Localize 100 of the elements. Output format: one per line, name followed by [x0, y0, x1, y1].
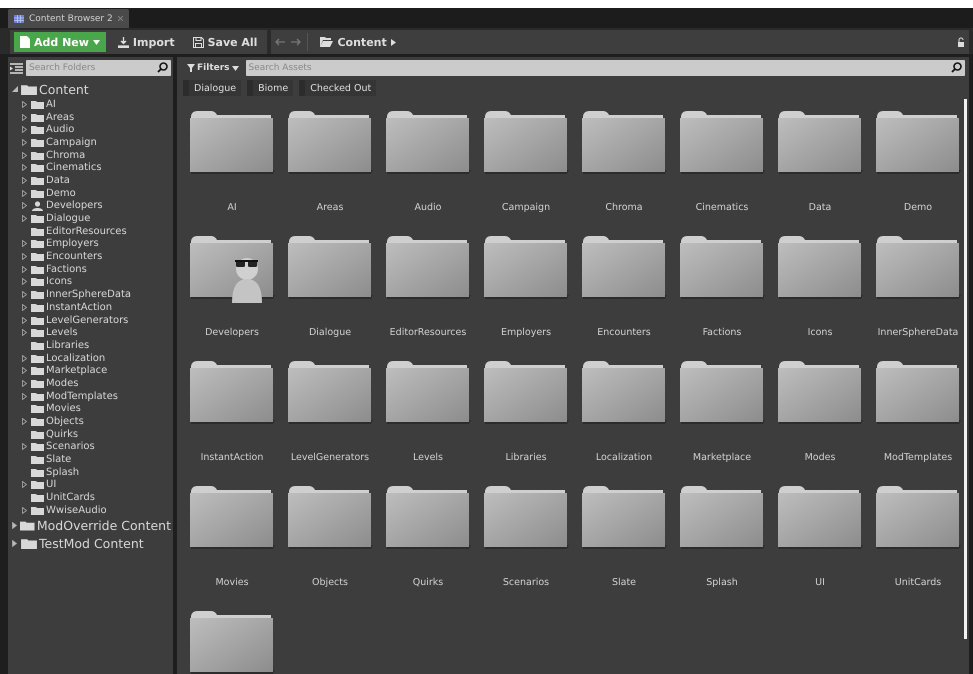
folder-tree-item[interactable]: Encounters [10, 250, 171, 263]
folder-name: Splash [706, 577, 738, 588]
folder-tree-item[interactable]: Content [10, 80, 171, 98]
folder-name: Factions [702, 327, 742, 338]
folder-tree-item[interactable]: Icons [10, 276, 171, 288]
folder-name: Audio [414, 202, 442, 213]
folder-tree-item[interactable]: ModOverride Content [10, 516, 171, 535]
folder-tree-item[interactable]: Factions [10, 262, 171, 276]
folder-name: Encounters [597, 327, 651, 338]
search-assets-field[interactable]: Search Assets [246, 60, 965, 76]
back-arrow-icon[interactable] [275, 38, 286, 46]
folder-icon [31, 480, 44, 490]
folder-icon [31, 404, 44, 414]
close-icon[interactable] [118, 16, 123, 21]
expand-arrow-icon[interactable] [22, 481, 27, 488]
collapse-arrow-icon[interactable] [12, 86, 18, 92]
folder-tree-item[interactable]: Levels [10, 326, 171, 340]
folder-icon [31, 328, 44, 338]
folder-icon [31, 100, 44, 109]
lock-icon[interactable] [957, 36, 965, 48]
folder-tree-item[interactable]: UnitCards [10, 491, 171, 504]
folder-tree-item[interactable]: Audio [10, 123, 171, 136]
folder-tree-item[interactable]: Quirks [10, 428, 171, 441]
folder-name: Quirks [412, 577, 444, 588]
folder-tree-item[interactable]: UI [10, 478, 171, 492]
folder-name: Movies [215, 577, 249, 588]
grid-icon [14, 14, 24, 22]
folder-with-person-icon [189, 235, 275, 303]
folder-tree-item[interactable]: InnerSphereData [10, 288, 171, 301]
filter-chip[interactable]: Dialogue [183, 80, 242, 96]
folder-tree-item[interactable]: Developers [10, 200, 171, 212]
folder-icon [31, 277, 44, 286]
folder-tree-item[interactable]: EditorResources [10, 224, 171, 238]
expand-arrow-icon[interactable] [22, 418, 27, 426]
folder-icon [31, 442, 44, 452]
caret-icon [390, 38, 396, 46]
expand-arrow-icon[interactable] [12, 522, 17, 530]
caret-icon [92, 40, 100, 44]
content-browser-tab[interactable]: Content Browser 2 [8, 9, 129, 28]
folder-name: Icons [808, 327, 832, 338]
expand-arrow-icon[interactable] [22, 506, 27, 514]
folder-icon [31, 252, 44, 262]
folder-icon [31, 430, 44, 439]
folder-name: Objects [312, 577, 348, 588]
folder-icon [31, 506, 44, 515]
folder-name: Modes [804, 452, 836, 463]
folder-name: Dialogue [308, 327, 352, 338]
folder-tree-item[interactable]: Areas [10, 110, 171, 124]
filter-icon [187, 64, 195, 72]
filter-chip[interactable]: Checked Out [299, 80, 376, 96]
path-breadcrumb[interactable]: Content [314, 32, 402, 52]
folder-name: UnitCards [894, 577, 942, 588]
folder-tree-item[interactable]: Libraries [10, 339, 171, 352]
folder-tree-item[interactable]: Objects [10, 415, 171, 428]
folder-icon [31, 378, 44, 388]
folder-tree-item[interactable]: Cinematics [10, 161, 171, 174]
scrollbar[interactable] [964, 99, 967, 639]
folder-tree-item[interactable]: Campaign [10, 136, 171, 149]
folder-name: EditorResources [390, 327, 466, 338]
folder-icon [320, 37, 334, 47]
filter-chip[interactable]: Biome [247, 80, 294, 96]
folder-tree-item[interactable]: InstantAction [10, 301, 171, 314]
folder-tree-item[interactable]: Splash [10, 466, 171, 479]
folder-tree-item[interactable]: LevelGenerators [10, 314, 171, 326]
folder-name: LevelGenerators [290, 452, 370, 463]
folder-tree-item[interactable]: Employers [10, 238, 171, 250]
folder-tree-item[interactable]: Dialogue [10, 212, 171, 225]
folder-tree-item[interactable]: WwiseAudio [10, 504, 171, 517]
folder-tree-item[interactable]: Demo [10, 186, 171, 200]
save-icon [192, 36, 204, 48]
save-all-button[interactable]: Save All [186, 32, 264, 52]
folder-icon [31, 417, 44, 426]
folder-tree-item[interactable]: Modes [10, 377, 171, 390]
caret-icon [232, 66, 239, 70]
folder-name: Slate [612, 577, 636, 588]
folder-icon [31, 188, 44, 198]
folder-tree-item[interactable]: Slate [10, 453, 171, 466]
filters-button[interactable]: Filters [183, 60, 243, 76]
forward-arrow-icon[interactable] [291, 38, 302, 46]
folder-icon [31, 150, 44, 160]
folder-tree-item[interactable]: ModTemplates [10, 390, 171, 402]
folder-tree-item[interactable]: Localization [10, 352, 171, 364]
tree-toggle-icon[interactable] [10, 62, 23, 74]
folder-tree-item[interactable]: Movies [10, 402, 171, 416]
folder-tree-item[interactable]: TestMod Content [10, 534, 171, 553]
folder-icon [31, 340, 44, 350]
person-icon [31, 200, 44, 211]
folder-tree-item[interactable]: Data [10, 174, 171, 187]
expand-arrow-icon[interactable] [22, 443, 27, 450]
folder-tree-item[interactable]: Chroma [10, 148, 171, 162]
folder-icon [31, 354, 44, 363]
import-button[interactable]: Import [112, 32, 181, 52]
search-folders-field[interactable]: Search Folders [26, 60, 171, 76]
expand-arrow-icon[interactable] [12, 540, 17, 548]
folder-icon [31, 264, 44, 274]
folder-tree-item[interactable]: Scenarios [10, 440, 171, 454]
folder-icon [31, 493, 44, 502]
folder-tree-item[interactable]: AI [10, 98, 171, 111]
folder-tree-item[interactable]: Marketplace [10, 364, 171, 378]
folder-icon [31, 112, 44, 122]
